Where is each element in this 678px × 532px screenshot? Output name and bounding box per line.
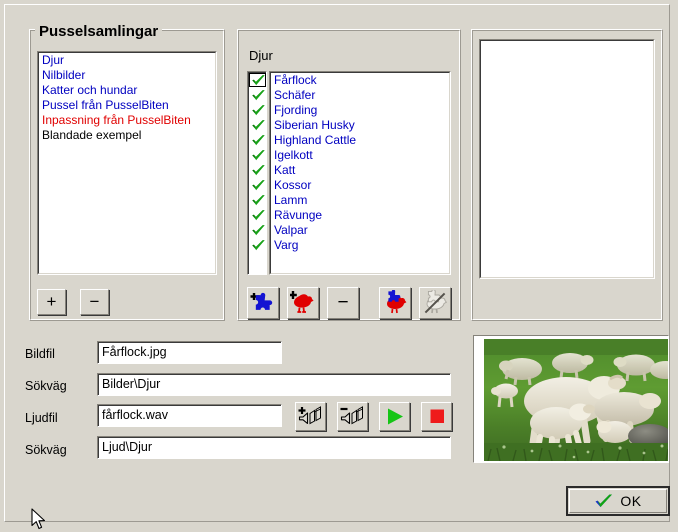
sound-path-input-wrap[interactable]: Ljud\Djur <box>97 436 451 459</box>
list-item[interactable]: Valpar <box>271 223 449 238</box>
checkbox-checked[interactable] <box>249 178 266 193</box>
minus-icon: − <box>89 292 100 311</box>
checkbox-checked[interactable] <box>249 193 266 208</box>
sound-path-input[interactable]: Ljud\Djur <box>98 437 450 458</box>
collections-group-title: Pusselsamlingar <box>35 23 163 40</box>
speaker-minus-icon <box>340 405 363 424</box>
list-item[interactable]: Highland Cattle <box>271 133 449 148</box>
third-listbox[interactable] <box>479 39 655 279</box>
list-item[interactable]: Nilbilder <box>39 68 215 83</box>
list-item[interactable]: Fjording <box>271 103 449 118</box>
ok-button[interactable]: OK <box>566 486 670 516</box>
add-animal-button[interactable] <box>287 287 319 319</box>
list-item[interactable]: Varg <box>271 238 449 253</box>
checkbox-checked[interactable] <box>249 88 266 103</box>
dialog-client-area: Pusselsamlingar Djur Nilbilder Katter och … <box>4 4 670 522</box>
speaker-plus-icon <box>298 405 321 424</box>
list-item[interactable]: Schäfer <box>271 88 449 103</box>
checkbox-checked[interactable] <box>249 208 266 223</box>
collections-listbox[interactable]: Djur Nilbilder Katter och hundar Pussel frå… <box>37 51 217 275</box>
list-item[interactable]: Pussel från PusselBiten <box>39 98 215 113</box>
play-icon <box>387 408 403 425</box>
list-item[interactable]: Fårflock <box>271 73 449 88</box>
sound-path-label: Sökväg <box>25 443 67 457</box>
image-path-input-wrap[interactable]: Bilder\Djur <box>97 373 451 396</box>
list-item[interactable]: Igelkott <box>271 148 449 163</box>
bird-puzzle-disabled-icon <box>424 290 448 314</box>
image-preview <box>484 339 668 461</box>
image-path-input[interactable]: Bilder\Djur <box>98 374 450 395</box>
play-button[interactable] <box>379 402 410 431</box>
assign-puzzle-button[interactable] <box>379 287 411 319</box>
add-puzzle-button[interactable] <box>247 287 279 319</box>
animals-group-title: Djur <box>245 48 277 63</box>
remove-sound-button[interactable] <box>337 402 368 431</box>
list-item[interactable]: Lamm <box>271 193 449 208</box>
image-file-input-wrap[interactable]: Fårflock.jpg <box>97 341 282 364</box>
checkbox-checked[interactable] <box>249 223 266 238</box>
list-item[interactable]: Djur <box>39 53 215 68</box>
list-item[interactable]: Siberian Husky <box>271 118 449 133</box>
stop-button[interactable] <box>421 402 452 431</box>
checkbox-checked[interactable] <box>249 238 266 253</box>
image-file-label: Bildfil <box>25 347 55 361</box>
minus-icon: − <box>337 292 349 313</box>
checkbox-checked[interactable] <box>249 118 266 133</box>
checkbox-checked[interactable] <box>249 133 266 148</box>
image-file-input[interactable]: Fårflock.jpg <box>98 342 281 363</box>
check-icon <box>595 494 613 507</box>
animals-list[interactable]: Fårflock Schäfer Fjording Siberian Husky Hig… <box>270 72 450 274</box>
image-preview-panel <box>473 335 669 463</box>
animals-check-column[interactable] <box>247 71 267 275</box>
list-item[interactable]: Kossor <box>271 178 449 193</box>
mouse-cursor <box>31 508 46 530</box>
bird-puzzle-icon <box>387 290 407 314</box>
list-item[interactable]: Rävunge <box>271 208 449 223</box>
animals-listbox[interactable]: Fårflock Schäfer Fjording Siberian Husky Hig… <box>269 71 451 275</box>
ok-button-label: OK <box>620 493 642 509</box>
list-item[interactable]: Blandade exempel <box>39 128 215 143</box>
sound-file-input-wrap[interactable]: fårflock.wav <box>97 404 282 427</box>
remove-collection-button[interactable]: − <box>80 289 109 315</box>
list-item[interactable]: Inpassning från PusselBiten <box>39 113 215 128</box>
image-path-label: Sökväg <box>25 379 67 393</box>
list-item[interactable]: Katt <box>271 163 449 178</box>
plus-icon: + <box>46 292 57 311</box>
checkbox-checked[interactable] <box>249 148 266 163</box>
checkbox-checked[interactable] <box>249 103 266 118</box>
add-bird-icon <box>290 291 314 313</box>
list-item[interactable]: Katter och hundar <box>39 83 215 98</box>
third-list[interactable] <box>480 40 654 278</box>
add-sound-button[interactable] <box>295 402 326 431</box>
stop-icon <box>430 409 444 423</box>
add-collection-button[interactable]: + <box>37 289 66 315</box>
sheep-photo <box>484 339 668 461</box>
checkbox-checked[interactable] <box>249 163 266 178</box>
sound-file-input[interactable]: fårflock.wav <box>98 405 281 426</box>
sound-file-label: Ljudfil <box>25 411 58 425</box>
checkbox-checked[interactable] <box>249 73 266 88</box>
remove-item-button[interactable]: − <box>327 287 359 319</box>
add-puzzle-icon <box>250 292 273 310</box>
collections-list[interactable]: Djur Nilbilder Katter och hundar Pussel frå… <box>38 52 216 274</box>
unassign-puzzle-button <box>419 287 451 319</box>
